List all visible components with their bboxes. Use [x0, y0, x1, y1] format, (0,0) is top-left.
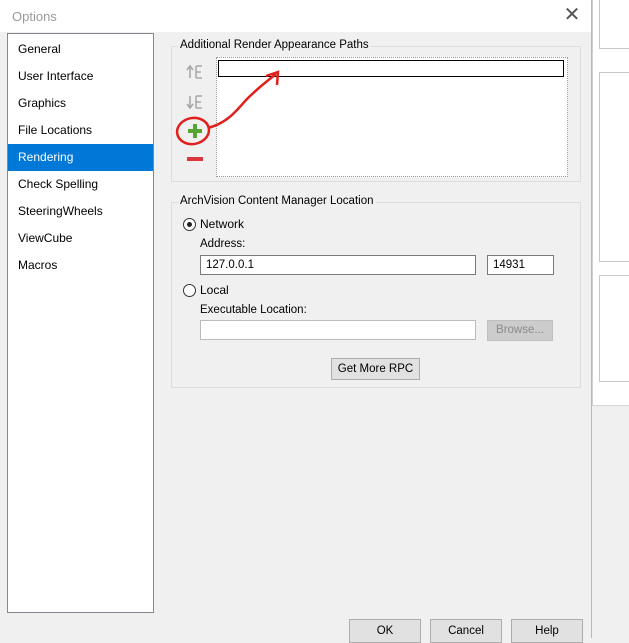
local-radio[interactable]: Local: [183, 283, 229, 297]
nav-item-graphics[interactable]: Graphics: [8, 90, 153, 117]
local-label: Local: [200, 283, 229, 297]
path-row-editing[interactable]: [218, 60, 564, 77]
local-radio-button[interactable]: [183, 283, 196, 297]
network-label: Network: [200, 217, 245, 231]
cancel-button[interactable]: Cancel: [430, 619, 502, 643]
category-list: General User Interface Graphics File Loc…: [7, 33, 154, 613]
executable-location-input[interactable]: [200, 320, 476, 340]
add-icon: [188, 124, 202, 138]
move-down-icon: [186, 95, 202, 110]
background-panel: [599, 0, 629, 49]
title-bar: Options ✕: [0, 0, 591, 32]
background-panel: [599, 275, 629, 382]
nav-item-macros[interactable]: Macros: [8, 252, 153, 279]
browse-button[interactable]: Browse...: [487, 320, 553, 341]
help-button[interactable]: Help: [511, 619, 583, 643]
remove-path-button[interactable]: [184, 148, 206, 170]
move-down-button[interactable]: [184, 91, 206, 113]
move-up-button[interactable]: [184, 61, 206, 83]
render-paths-group: Additional Render Appearance Paths: [171, 39, 581, 182]
render-paths-list[interactable]: [216, 57, 568, 177]
nav-item-steeringwheels[interactable]: SteeringWheels: [8, 198, 153, 225]
archvision-group: ArchVision Content Manager Location Netw…: [171, 195, 581, 388]
background-window-lower: [592, 405, 629, 639]
move-up-icon: [186, 64, 202, 79]
add-path-button[interactable]: [184, 120, 206, 142]
close-button[interactable]: ✕: [561, 5, 583, 27]
get-more-rpc-button[interactable]: Get More RPC: [331, 358, 420, 380]
address-input[interactable]: 127.0.0.1: [200, 255, 476, 275]
nav-item-viewcube[interactable]: ViewCube: [8, 225, 153, 252]
background-window: [592, 0, 629, 405]
options-dialog: Options ✕ General User Interface Graphic…: [0, 0, 592, 643]
render-paths-title: Additional Render Appearance Paths: [178, 39, 371, 51]
address-label: Address:: [200, 238, 246, 250]
nav-item-check-spelling[interactable]: Check Spelling: [8, 171, 153, 198]
network-radio[interactable]: Network: [183, 217, 244, 231]
network-radio-button[interactable]: [183, 217, 196, 231]
close-icon: ✕: [563, 4, 581, 26]
port-input[interactable]: 14931: [487, 255, 554, 275]
ok-button[interactable]: OK: [349, 619, 421, 643]
remove-icon: [187, 157, 203, 161]
nav-item-file-locations[interactable]: File Locations: [8, 117, 153, 144]
executable-location-label: Executable Location:: [200, 304, 307, 316]
nav-item-rendering[interactable]: Rendering: [8, 144, 153, 171]
archvision-title: ArchVision Content Manager Location: [178, 195, 376, 207]
nav-item-general[interactable]: General: [8, 36, 153, 63]
nav-item-user-interface[interactable]: User Interface: [8, 63, 153, 90]
background-panel: [599, 72, 629, 262]
window-title: Options: [12, 9, 57, 24]
